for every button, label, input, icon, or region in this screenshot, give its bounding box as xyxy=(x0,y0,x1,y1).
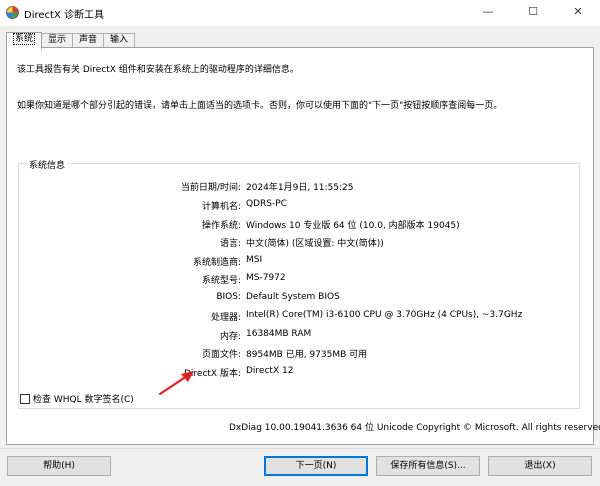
info-row-computer-name: 计算机名: QDRS-PC xyxy=(19,199,579,213)
maximize-button[interactable]: ☐ xyxy=(511,0,555,26)
tab-system[interactable]: 系统 xyxy=(6,32,43,49)
next-page-button[interactable]: 下一页(N) xyxy=(264,456,368,476)
minimize-button[interactable]: — xyxy=(466,0,510,26)
info-label: 计算机名: xyxy=(201,202,241,212)
tab-strip: 系统 显示 声音 输入 xyxy=(6,32,136,49)
checkbox-box[interactable] xyxy=(20,393,30,404)
info-value: Intel(R) Core(TM) i3-6100 CPU @ 3.70GHz … xyxy=(246,310,523,320)
info-row-bios: BIOS: Default System BIOS xyxy=(19,292,579,306)
intro-text-1: 该工具报告有关 DirectX 组件和安装在系统上的驱动程序的详细信息。 xyxy=(17,65,299,75)
title-bar: DirectX 诊断工具 — ☐ ✕ xyxy=(0,0,600,26)
info-label: 当前日期/时间: xyxy=(180,183,241,193)
system-tab-panel: 该工具报告有关 DirectX 组件和安装在系统上的驱动程序的详细信息。 如果你… xyxy=(6,47,594,445)
tab-label: 显示 xyxy=(48,35,67,45)
whql-checkbox[interactable]: 检查 WHQL 数字签名(C) xyxy=(20,392,134,405)
info-row-os: 操作系统: Windows 10 专业版 64 位 (10.0, 内部版本 19… xyxy=(19,218,579,232)
info-value: Default System BIOS xyxy=(246,292,340,302)
info-label: BIOS: xyxy=(216,292,241,302)
tab-label: 输入 xyxy=(110,35,129,45)
info-row-manufacturer: 系统制造商: MSI xyxy=(19,255,579,269)
copyright-text: DxDiag 10.00.19041.3636 64 位 Unicode Cop… xyxy=(229,423,600,433)
info-value: DirectX 12 xyxy=(246,366,294,376)
divider xyxy=(0,448,600,449)
tab-label: 系统 xyxy=(13,33,36,45)
window-title: DirectX 诊断工具 xyxy=(24,10,104,21)
info-value: 16384MB RAM xyxy=(246,329,312,339)
save-all-info-button[interactable]: 保存所有信息(S)... xyxy=(376,456,480,476)
exit-button[interactable]: 退出(X) xyxy=(488,456,592,476)
info-value: 中文(简体) (区域设置: 中文(简体)) xyxy=(246,239,384,249)
info-label: 页面文件: xyxy=(201,350,241,360)
whql-label: 检查 WHQL 数字签名(C) xyxy=(33,395,134,405)
info-label: 语言: xyxy=(219,239,241,249)
help-button[interactable]: 帮助(H) xyxy=(7,456,111,476)
info-label: 操作系统: xyxy=(201,221,241,231)
info-label: 内存: xyxy=(219,332,241,342)
group-label: 系统信息 xyxy=(27,158,68,171)
tab-input[interactable]: 输入 xyxy=(103,33,136,48)
info-value: Windows 10 专业版 64 位 (10.0, 内部版本 19045) xyxy=(246,221,460,231)
tab-label: 声音 xyxy=(79,35,98,45)
info-row-datetime: 当前日期/时间: 2024年1月9日, 11:55:25 xyxy=(19,180,579,194)
info-row-directx-version: DirectX 版本: DirectX 12 xyxy=(19,366,579,380)
directx-app-icon xyxy=(6,6,19,19)
info-row-memory: 内存: 16384MB RAM xyxy=(19,329,579,343)
info-row-model: 系统型号: MS-7972 xyxy=(19,273,579,287)
tab-display[interactable]: 显示 xyxy=(41,33,74,48)
annotation-arrow-icon xyxy=(158,371,194,396)
tab-sound[interactable]: 声音 xyxy=(72,33,105,48)
close-button[interactable]: ✕ xyxy=(556,0,600,26)
info-label: 系统制造商: xyxy=(192,258,241,268)
info-row-processor: 处理器: Intel(R) Core(TM) i3-6100 CPU @ 3.7… xyxy=(19,310,579,324)
system-info-group: 系统信息 当前日期/时间: 2024年1月9日, 11:55:25 计算机名: … xyxy=(18,158,580,409)
info-value: QDRS-PC xyxy=(246,199,287,209)
info-row-page-file: 页面文件: 8954MB 已用, 9735MB 可用 xyxy=(19,347,579,361)
info-value: 8954MB 已用, 9735MB 可用 xyxy=(246,350,368,360)
info-label: 处理器: xyxy=(210,313,241,323)
intro-text-2: 如果你知道是哪个部分引起的错误，请单击上面适当的选项卡。否则，你可以使用下面的"… xyxy=(17,101,503,111)
info-value: MS-7972 xyxy=(246,273,286,283)
info-row-language: 语言: 中文(简体) (区域设置: 中文(简体)) xyxy=(19,236,579,250)
info-value: MSI xyxy=(246,255,263,265)
info-value: 2024年1月9日, 11:55:25 xyxy=(246,183,354,193)
info-label: 系统型号: xyxy=(201,276,241,286)
